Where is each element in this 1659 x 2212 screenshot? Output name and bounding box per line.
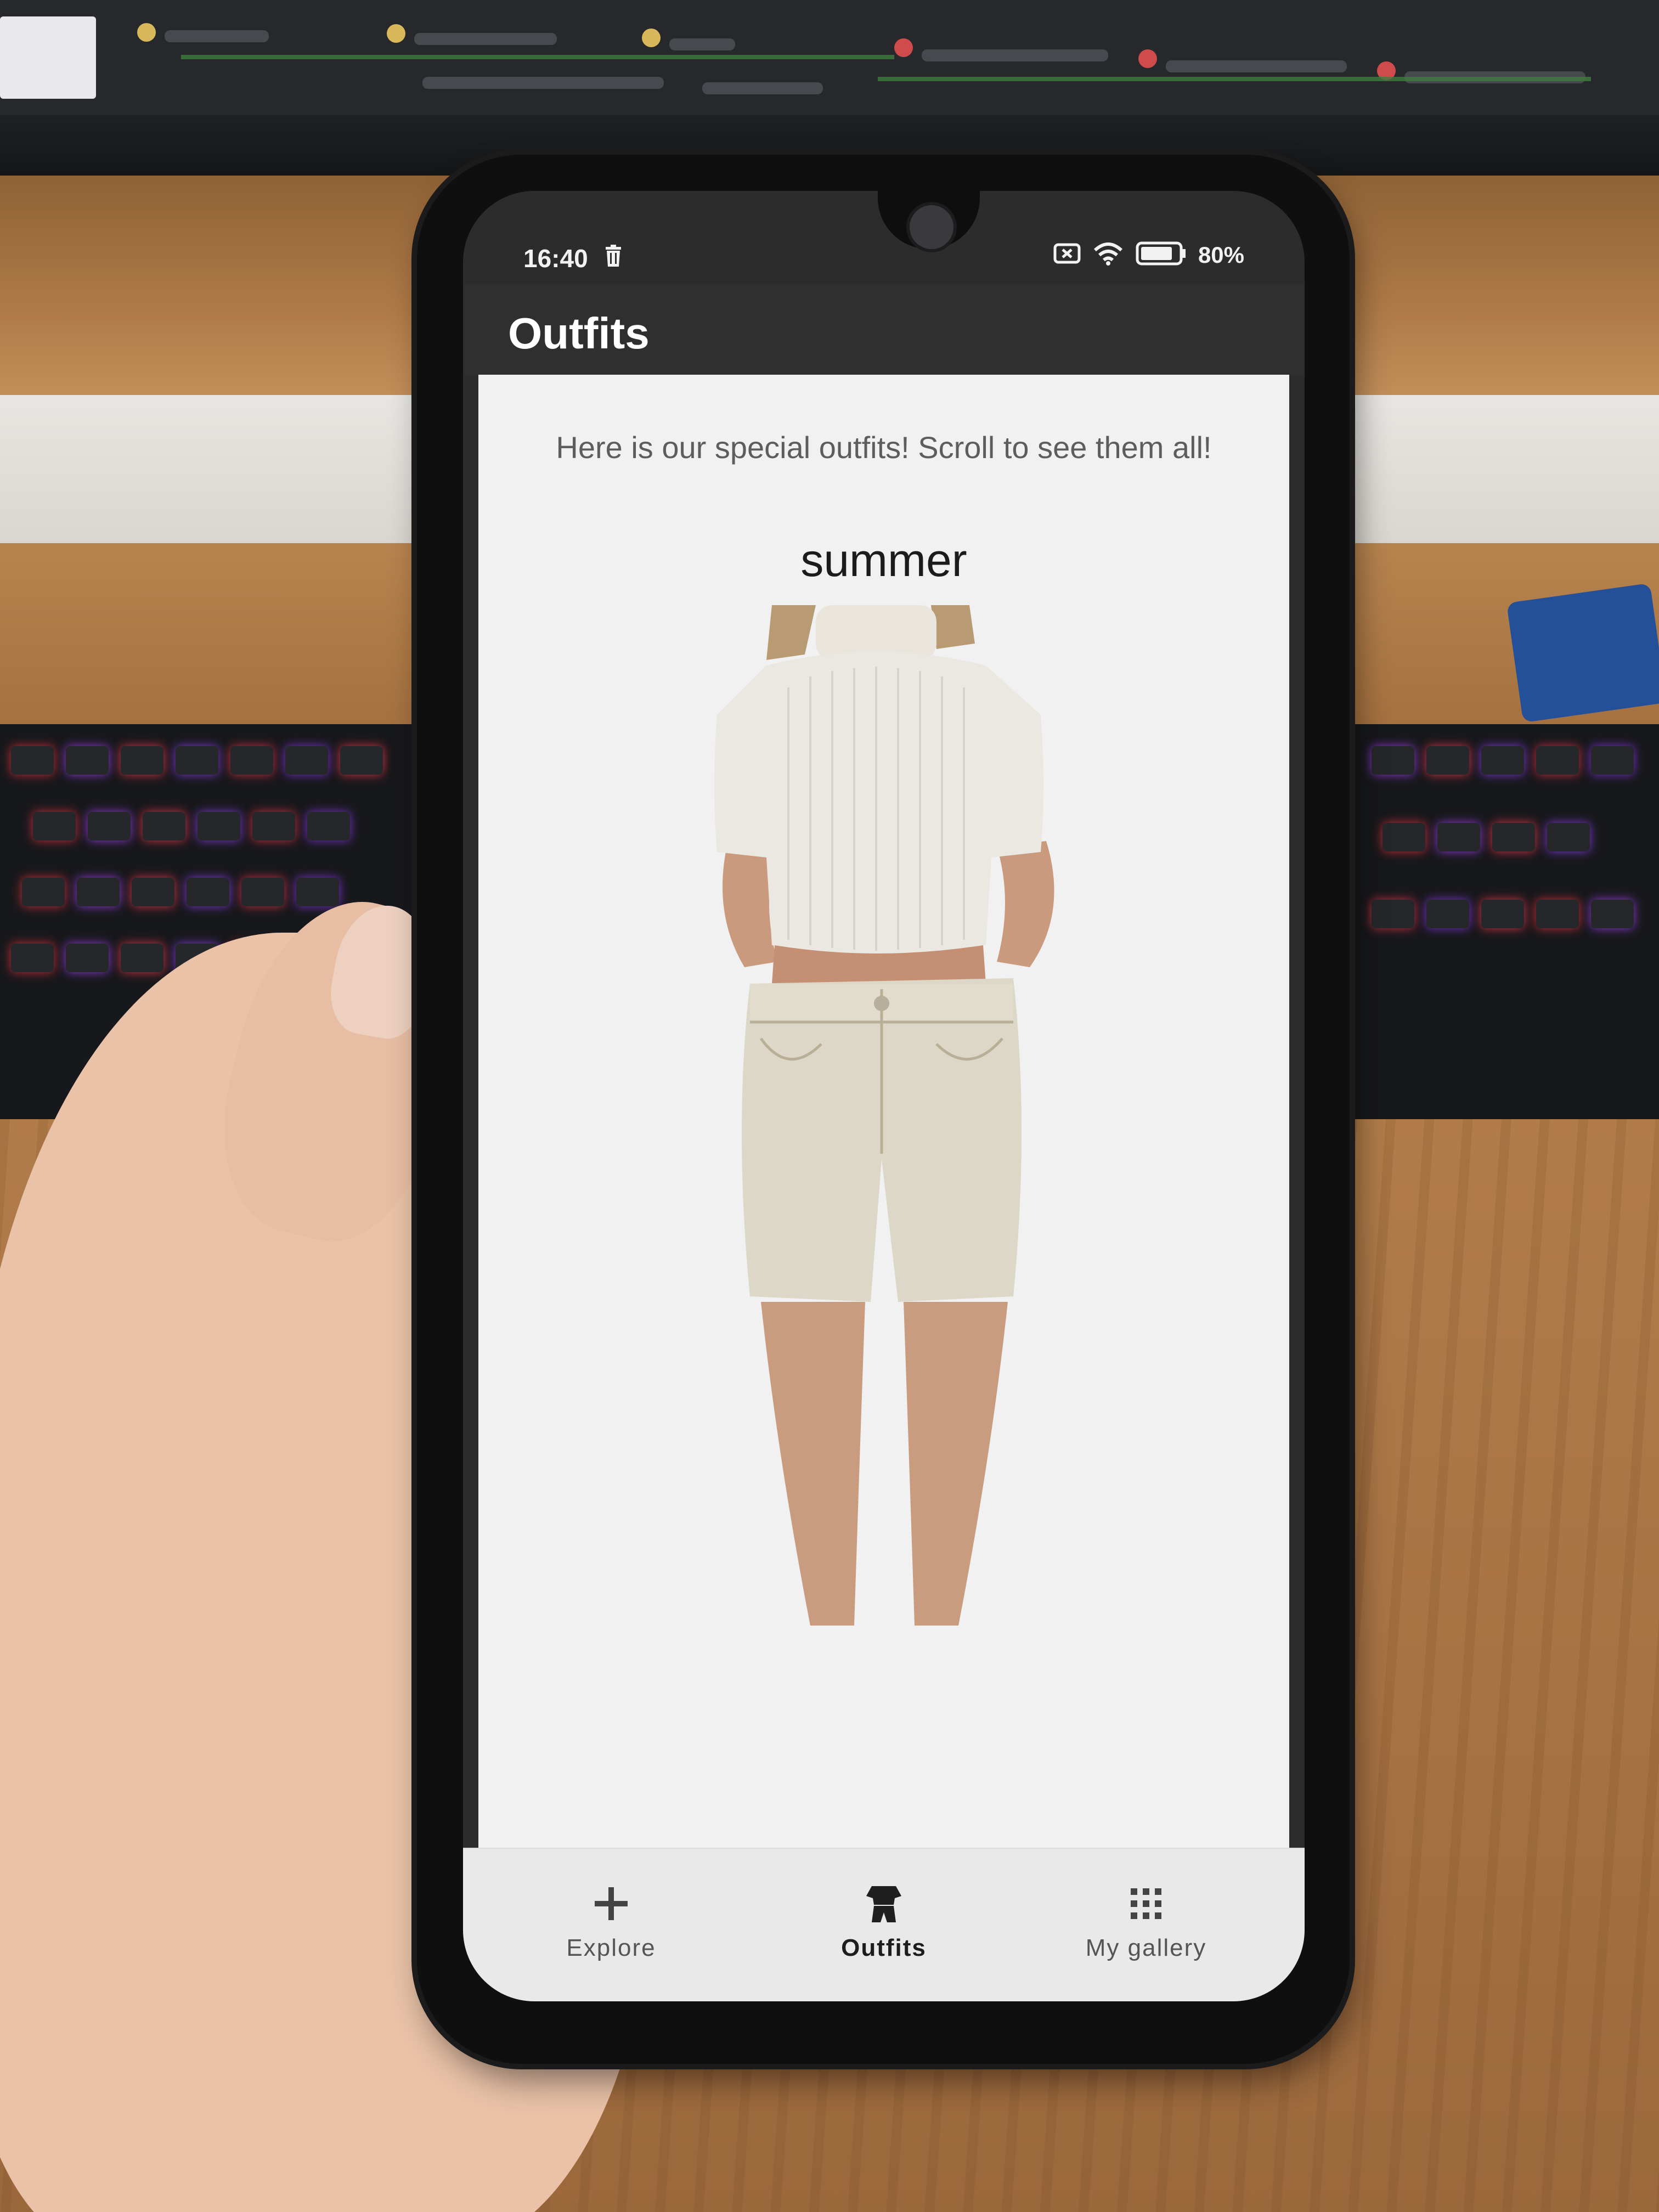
front-camera — [906, 202, 957, 252]
outfit-icon — [802, 1882, 966, 1926]
keyboard-key — [1426, 746, 1469, 775]
tab-blur — [1166, 60, 1347, 72]
monitor — [0, 0, 1659, 176]
keyboard-key — [1591, 900, 1634, 928]
keyboard-key — [11, 746, 54, 775]
keyboard-key — [143, 812, 185, 840]
keyboard-key — [1536, 900, 1579, 928]
trash-icon — [603, 245, 623, 267]
nav-explore[interactable]: Explore — [529, 1882, 693, 1962]
keyboard-key — [1437, 823, 1480, 851]
keyboard-key — [1383, 823, 1425, 851]
keyboard-key — [66, 944, 109, 972]
tab-underline — [181, 55, 894, 59]
keyboard-key — [33, 812, 76, 840]
keyboard-key — [121, 944, 163, 972]
page-title: Outfits — [508, 309, 650, 358]
keyboard-key — [11, 944, 54, 972]
nav-my-gallery-label: My gallery — [1085, 1934, 1207, 1961]
monitor-window — [0, 16, 96, 99]
bottom-navigation: Explore Outfits My gallery — [463, 1848, 1305, 2001]
intro-text: Here is our special outfits! Scroll to s… — [556, 430, 1212, 465]
keyboard-key — [307, 812, 350, 840]
keyboard-right — [1350, 724, 1659, 1130]
tab-blur — [669, 38, 735, 50]
tab-favicon — [137, 23, 156, 42]
tab-underline — [878, 77, 1591, 81]
grid-icon — [1064, 1882, 1228, 1926]
keyboard-key — [22, 878, 65, 906]
keyboard-key — [1591, 746, 1634, 775]
tab-blur — [422, 77, 664, 89]
plus-icon — [529, 1882, 693, 1926]
keyboard-key — [1372, 746, 1414, 775]
keyboard-key — [340, 746, 383, 775]
keyboard-key — [132, 878, 174, 906]
nav-outfits[interactable]: Outfits — [802, 1882, 966, 1962]
keyboard-key — [1372, 900, 1414, 928]
keyboard-key — [241, 878, 284, 906]
nav-explore-label: Explore — [566, 1934, 656, 1961]
tab-blur — [922, 49, 1108, 61]
tab-blur — [702, 82, 823, 94]
keyboard-key — [1492, 823, 1535, 851]
tab-blur — [414, 33, 557, 45]
monitor-browser-tabs — [0, 0, 1659, 115]
no-sim-icon — [1053, 243, 1081, 267]
keyboard-key — [1536, 746, 1579, 775]
keyboard-key — [187, 878, 229, 906]
tab-favicon — [642, 29, 661, 47]
keyboard-key — [66, 746, 109, 775]
keyboard-key — [230, 746, 273, 775]
tab-favicon — [1138, 49, 1157, 68]
keyboard-key — [1481, 900, 1524, 928]
keyboard-key — [77, 878, 120, 906]
keyboard-key — [198, 812, 240, 840]
phone-screen: 16:40 80% Outfits Here is our special ou… — [463, 191, 1305, 2001]
outfits-content[interactable]: Here is our special outfits! Scroll to s… — [478, 375, 1289, 1960]
phone: 16:40 80% Outfits Here is our special ou… — [417, 155, 1350, 2064]
battery-icon — [1136, 241, 1186, 268]
keyboard-key — [252, 812, 295, 840]
keyboard-key — [1481, 746, 1524, 775]
outfit-title: summer — [800, 534, 967, 586]
tab-favicon — [387, 24, 405, 43]
status-time: 16:40 — [523, 244, 588, 273]
keyboard-key — [285, 746, 328, 775]
keyboard-key — [1426, 900, 1469, 928]
tab-blur — [165, 30, 269, 42]
nav-outfits-label: Outfits — [841, 1934, 927, 1961]
tab-favicon — [894, 38, 913, 57]
keyboard-key — [296, 878, 339, 906]
outfit-image[interactable] — [679, 605, 1096, 1631]
nav-my-gallery[interactable]: My gallery — [1064, 1882, 1228, 1962]
outfit-figure-icon — [714, 605, 1054, 1626]
wifi-icon — [1093, 241, 1124, 268]
keyboard-key — [121, 746, 163, 775]
status-icons: 80% — [1053, 241, 1244, 268]
keyboard-key — [176, 746, 218, 775]
keyboard-key — [88, 812, 131, 840]
blue-object — [1506, 583, 1659, 723]
keyboard-key — [1547, 823, 1590, 851]
battery-percent: 80% — [1198, 241, 1244, 268]
